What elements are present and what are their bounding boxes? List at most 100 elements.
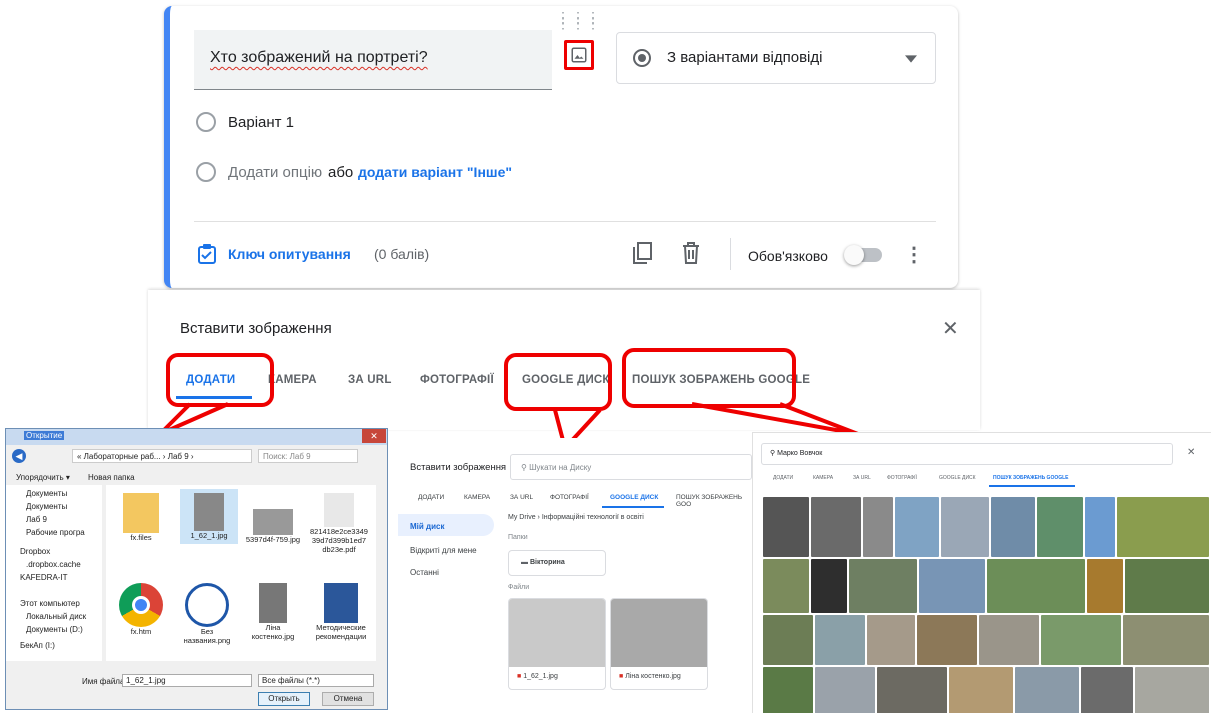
folder-item[interactable]: ▬ Вікторина: [508, 550, 606, 576]
open-button[interactable]: Открыть: [258, 692, 310, 706]
image-result[interactable]: [987, 559, 1085, 613]
folder-icon: ▬: [521, 559, 530, 566]
callout-upload: [166, 353, 274, 407]
image-result[interactable]: [1081, 667, 1133, 713]
image-result[interactable]: [1135, 667, 1209, 713]
drive-tab[interactable]: ДОДАТИ: [418, 494, 444, 501]
drive-tab[interactable]: ЗА URL: [510, 494, 533, 501]
image-search-input[interactable]: ⚲ Марко Вовчок: [761, 443, 1173, 465]
image-result[interactable]: [1123, 615, 1209, 665]
address-bar[interactable]: « Лабораторные раб... › Лаб 9 ›: [72, 449, 252, 463]
image-result[interactable]: [763, 667, 813, 713]
sidebar-item[interactable]: Dropbox: [20, 547, 50, 556]
organize-menu[interactable]: Упорядочить ▾: [16, 473, 70, 482]
sidebar-item[interactable]: Локальный диск: [26, 612, 86, 621]
file-item[interactable]: 821418e2ce3349 39d7d399b1ed7 db23e.pdf: [310, 493, 368, 554]
file-item[interactable]: 1_62_1.jpg: [180, 489, 238, 544]
image-result[interactable]: [1085, 497, 1115, 557]
image-result[interactable]: [895, 497, 939, 557]
sidebar-item[interactable]: Лаб 9: [26, 515, 47, 524]
image-result[interactable]: [1015, 667, 1079, 713]
drive-tab[interactable]: КАМЕРА: [464, 494, 490, 501]
new-folder-button[interactable]: Новая папка: [88, 473, 135, 482]
drive-nav-recent[interactable]: Останні: [410, 568, 439, 577]
close-icon[interactable]: ✕: [1187, 447, 1195, 458]
file-pane: fx.files 1_62_1.jpg 5397d4f-759.jpg 8214…: [106, 485, 376, 661]
file-item[interactable]: Методические рекомендации: [312, 583, 370, 641]
drive-tab-underline: [602, 506, 664, 508]
image-result[interactable]: [877, 667, 947, 713]
image-result[interactable]: [1125, 559, 1209, 613]
portrait-thumbnail: [509, 599, 605, 667]
gsearch-tab[interactable]: ЗА URL: [853, 475, 871, 481]
sidebar-item[interactable]: .dropbox.cache: [26, 560, 81, 569]
callout-image-search: [622, 348, 796, 408]
sidebar-item[interactable]: Этот компьютер: [20, 599, 80, 608]
file-item[interactable]: fx.htm: [112, 583, 170, 636]
filename-input[interactable]: 1_62_1.jpg: [122, 674, 252, 687]
gsearch-tab[interactable]: ДОДАТИ: [773, 475, 793, 481]
sidebar-item[interactable]: Документы (D:): [26, 625, 83, 634]
drive-picker: Вставити зображення ⚲ Шукати на Диску ДО…: [398, 438, 752, 713]
gsearch-tab[interactable]: ПОШУК ЗОБРАЖЕНЬ GOOGLE: [993, 475, 1069, 481]
image-result[interactable]: [811, 497, 861, 557]
image-result[interactable]: [979, 615, 1039, 665]
image-result[interactable]: [849, 559, 917, 613]
image-result[interactable]: [1041, 615, 1121, 665]
image-result[interactable]: [867, 615, 915, 665]
drive-file-card[interactable]: ■ Ліна костенко.jpg: [610, 598, 708, 690]
image-result[interactable]: [763, 559, 809, 613]
portrait-thumbnail: [253, 509, 293, 535]
gsearch-tab[interactable]: ФОТОГРАФІЇ: [887, 475, 917, 481]
gsearch-tab[interactable]: КАМЕРА: [813, 475, 833, 481]
filetype-value: Все файлы (*.*): [262, 676, 320, 685]
image-result[interactable]: [1117, 497, 1209, 557]
drive-title: Вставити зображення: [410, 462, 507, 473]
image-result[interactable]: [941, 497, 989, 557]
word-icon: [324, 583, 358, 623]
portrait-thumbnail: [611, 599, 707, 667]
image-result[interactable]: [917, 615, 977, 665]
drive-file-card[interactable]: ■ 1_62_1.jpg: [508, 598, 606, 690]
file-item[interactable]: fx.files: [112, 493, 170, 542]
drive-tab[interactable]: ПОШУК ЗОБРАЖЕНЬ GOO: [676, 494, 752, 508]
drive-nav-my-drive[interactable]: Мій диск: [398, 514, 494, 536]
file-item[interactable]: Без названия.png: [178, 583, 236, 645]
window-close-button[interactable]: ✕: [362, 429, 386, 443]
folders-heading: Папки: [508, 534, 528, 541]
sidebar-item[interactable]: БекАп (I:): [20, 641, 55, 650]
gsearch-tab[interactable]: GOOGLE ДИСК: [939, 475, 976, 481]
back-button[interactable]: ◀: [12, 449, 26, 463]
drive-nav-shared[interactable]: Відкриті для мене: [410, 546, 477, 555]
files-heading: Файли: [508, 584, 530, 591]
image-result[interactable]: [919, 559, 985, 613]
search-box[interactable]: Поиск: Лаб 9: [258, 449, 358, 463]
image-result[interactable]: [763, 615, 813, 665]
filename-label: Имя файла:: [82, 677, 127, 686]
image-result[interactable]: [991, 497, 1035, 557]
image-result[interactable]: [1037, 497, 1083, 557]
cancel-button[interactable]: Отмена: [322, 692, 374, 706]
chrome-icon: [119, 583, 163, 627]
image-result[interactable]: [863, 497, 893, 557]
drive-tab[interactable]: GOOGLE ДИСК: [610, 494, 658, 501]
image-result[interactable]: [763, 497, 809, 557]
sidebar-item[interactable]: Рабочие програ: [26, 528, 85, 537]
sidebar-item[interactable]: KAFEDRA-IT: [20, 573, 68, 582]
sidebar-pane: Документы Документы Лаб 9 Рабочие програ…: [6, 485, 102, 661]
image-result[interactable]: [815, 615, 865, 665]
file-item[interactable]: Ліна костенко.jpg: [244, 583, 302, 641]
image-result[interactable]: [1087, 559, 1123, 613]
file-open-window: Открытие ✕ ◀ « Лабораторные раб... › Лаб…: [5, 428, 388, 710]
drive-tab[interactable]: ФОТОГРАФІЇ: [550, 494, 589, 501]
filetype-select[interactable]: Все файлы (*.*): [258, 674, 374, 687]
sidebar-item[interactable]: Документы: [26, 489, 67, 498]
sidebar-item[interactable]: Документы: [26, 502, 67, 511]
image-result[interactable]: [811, 559, 847, 613]
drive-search-input[interactable]: ⚲ Шукати на Диску: [510, 454, 752, 480]
image-result[interactable]: [815, 667, 875, 713]
file-item[interactable]: 5397d4f-759.jpg: [244, 509, 302, 544]
google-image-search-panel: ⚲ Марко Вовчок ✕ ДОДАТИ КАМЕРА ЗА URL ФО…: [752, 432, 1211, 713]
image-result[interactable]: [949, 667, 1013, 713]
search-icon: ⚲: [521, 463, 530, 472]
